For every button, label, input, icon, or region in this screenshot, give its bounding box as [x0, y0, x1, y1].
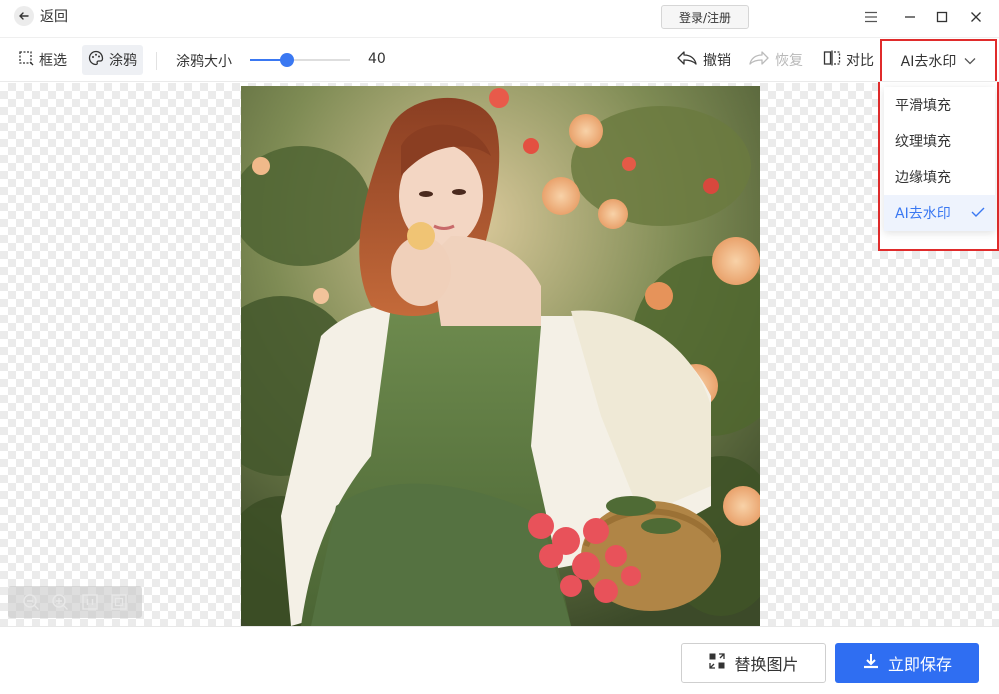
brush-tool[interactable]: 涂鸦: [82, 45, 143, 75]
edited-photo[interactable]: [241, 86, 760, 626]
minimize-icon[interactable]: [899, 6, 921, 28]
toolbar-divider: [156, 52, 157, 70]
brush-size-value: 40: [368, 51, 386, 67]
replace-image-button[interactable]: 替换图片: [681, 643, 826, 683]
fit-to-screen-icon[interactable]: [109, 592, 129, 612]
compare-icon: [823, 50, 841, 70]
canvas-area[interactable]: [0, 83, 999, 626]
zoom-controls: [8, 586, 142, 618]
actual-size-icon[interactable]: [80, 592, 100, 612]
check-icon: [971, 205, 985, 221]
download-icon: [862, 652, 880, 674]
photo-illustration: [241, 86, 760, 626]
maximize-icon[interactable]: [931, 6, 953, 28]
back-button[interactable]: 返回: [14, 6, 68, 26]
compare-label: 对比: [846, 53, 874, 69]
login-register-button[interactable]: 登录/注册: [661, 5, 749, 29]
undo-label: 撤销: [703, 53, 731, 69]
fill-mode-selected-label: AI去水印: [900, 54, 957, 70]
dropdown-item-label: 纹理填充: [895, 134, 951, 150]
toolbar: 框选 涂鸦 涂鸦大小 40 撤销 恢复 对比 AI去水印: [0, 38, 999, 82]
dropdown-menu: 平滑填充 纹理填充 边缘填充 AI去水印: [884, 87, 995, 231]
arrow-left-icon: [14, 6, 34, 26]
palette-icon: [88, 50, 104, 70]
chevron-down-icon: [964, 53, 976, 69]
compare-button[interactable]: 对比: [817, 45, 880, 75]
replace-image-icon: [708, 652, 726, 674]
brush-label: 涂鸦: [109, 53, 137, 69]
zoom-in-icon[interactable]: [50, 592, 70, 612]
zoom-out-icon[interactable]: [21, 592, 41, 612]
dropdown-item-texture-fill[interactable]: 纹理填充: [884, 123, 995, 159]
box-select-icon: [18, 50, 34, 70]
dropdown-item-edge-fill[interactable]: 边缘填充: [884, 159, 995, 195]
redo-icon: [748, 50, 770, 70]
menu-icon[interactable]: [860, 6, 882, 28]
dropdown-item-ai-watermark-removal[interactable]: AI去水印: [884, 195, 995, 231]
slider-thumb[interactable]: [280, 53, 294, 67]
dropdown-item-smooth-fill[interactable]: 平滑填充: [884, 87, 995, 123]
brush-size-label: 涂鸦大小: [176, 54, 232, 70]
undo-icon: [676, 50, 698, 70]
close-icon[interactable]: [965, 6, 987, 28]
dropdown-item-label: 边缘填充: [895, 170, 951, 186]
fill-mode-dropdown: 平滑填充 纹理填充 边缘填充 AI去水印: [878, 82, 999, 251]
box-select-tool[interactable]: 框选: [12, 45, 73, 75]
redo-label: 恢复: [775, 53, 803, 69]
save-now-label: 立即保存: [887, 655, 952, 674]
footer-bar: 替换图片 立即保存: [0, 626, 999, 694]
undo-button[interactable]: 撤销: [670, 45, 737, 75]
dropdown-item-label: 平滑填充: [895, 98, 951, 114]
box-select-label: 框选: [39, 53, 67, 69]
brush-size-slider[interactable]: [250, 53, 350, 67]
replace-image-label: 替换图片: [734, 655, 799, 674]
fill-mode-select[interactable]: AI去水印: [880, 39, 997, 81]
back-label: 返回: [40, 9, 68, 25]
save-now-button[interactable]: 立即保存: [835, 643, 979, 683]
title-bar: 返回 登录/注册: [0, 0, 999, 38]
dropdown-item-label: AI去水印: [895, 206, 951, 222]
redo-button[interactable]: 恢复: [742, 45, 809, 75]
